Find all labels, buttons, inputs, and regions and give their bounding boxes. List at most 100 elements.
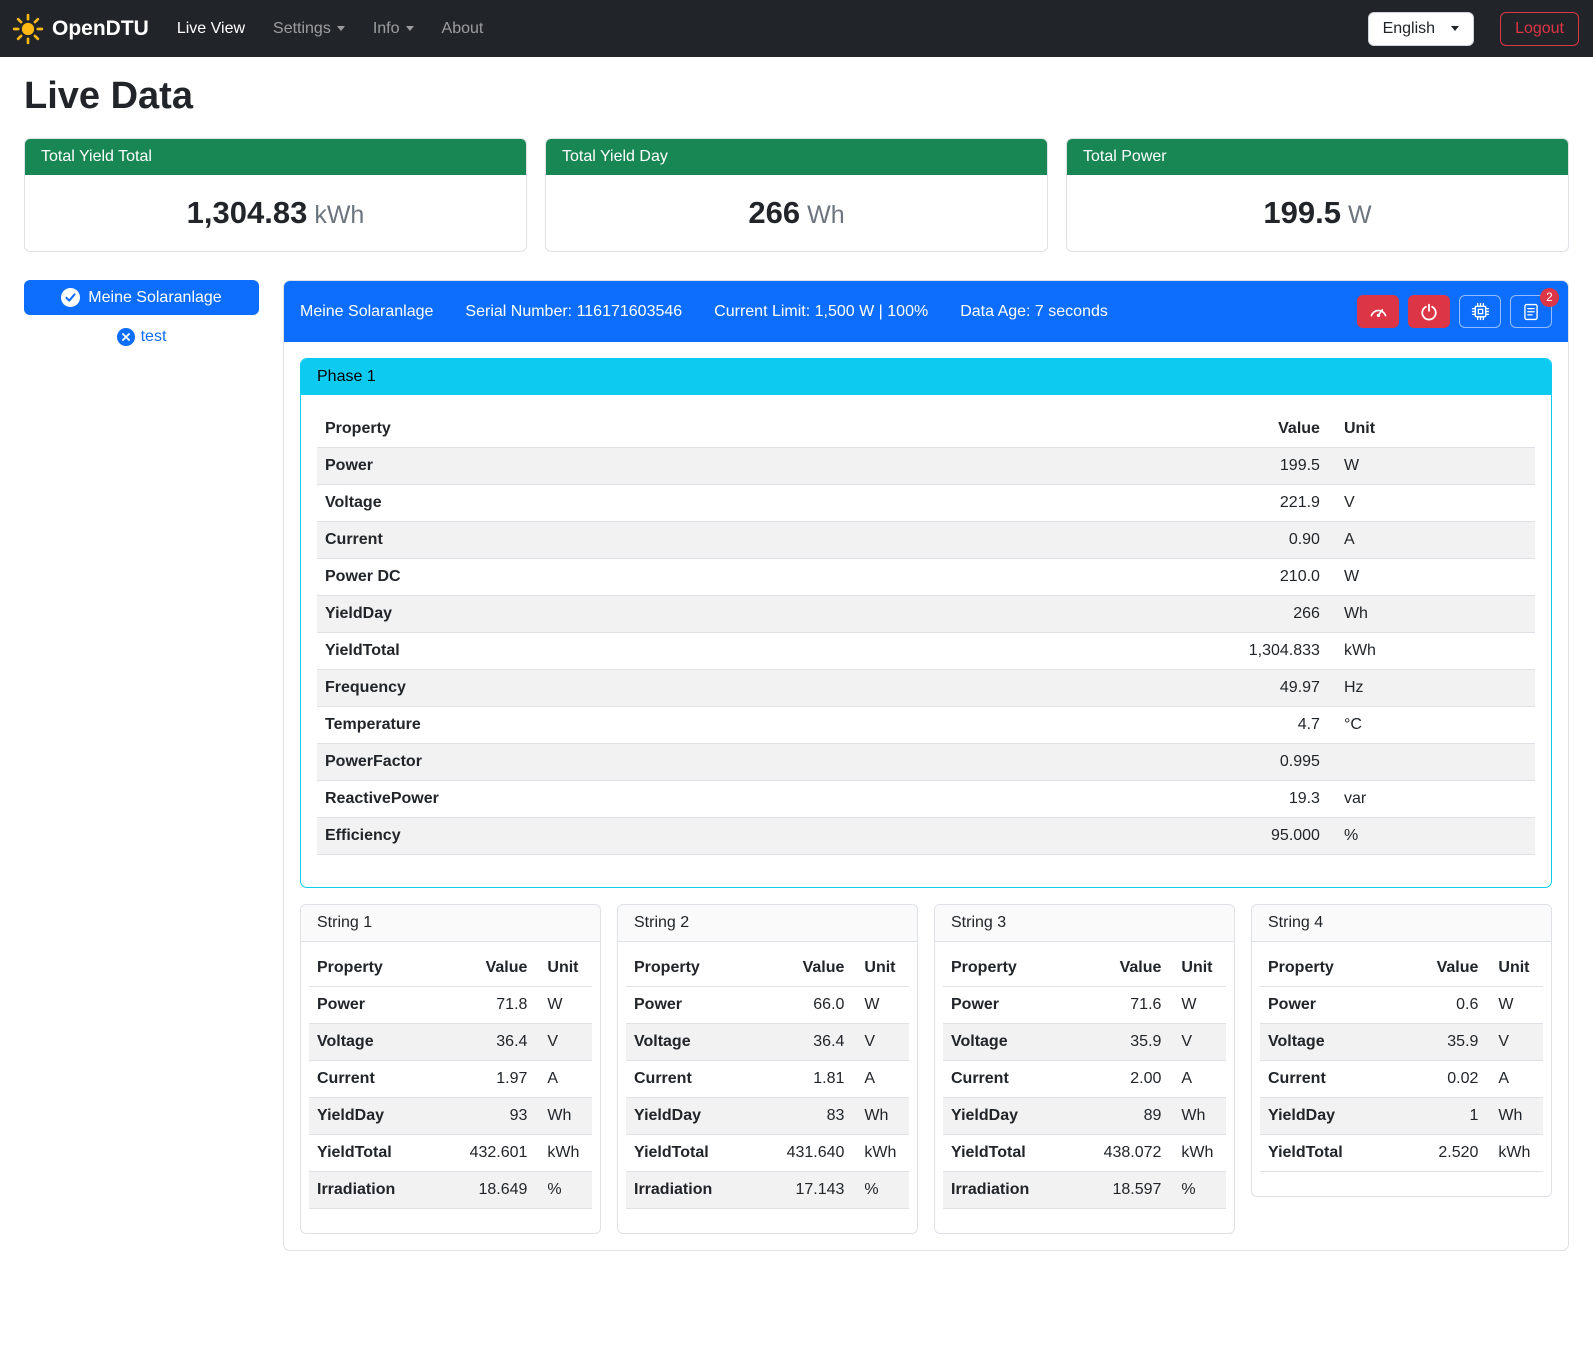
property-cell: YieldDay: [317, 596, 1182, 633]
main-row: Meine Solaranlage test Meine Solaranlage…: [24, 280, 1569, 1251]
property-cell: Temperature: [317, 707, 1182, 744]
unit-cell: %: [1328, 818, 1535, 855]
power-icon: [1420, 303, 1438, 321]
unit-cell: V: [1169, 1024, 1226, 1061]
string-card-2: String 2 Property Value Unit: [617, 904, 918, 1234]
col-unit: Unit: [852, 950, 909, 987]
table-row: Voltage36.4V: [309, 1024, 592, 1061]
summary-card-title: Total Yield Total: [25, 139, 526, 175]
sidebar-item-meine-solaranlage[interactable]: Meine Solaranlage: [24, 280, 259, 315]
value-cell: 71.6: [1085, 987, 1170, 1024]
col-value: Value: [1402, 950, 1487, 987]
language-select[interactable]: English: [1368, 12, 1474, 46]
navbar: OpenDTU Live View Settings Info About En…: [0, 0, 1593, 57]
phase-table: Property Value Unit Power199.5WVoltage22…: [317, 411, 1535, 855]
value-cell: 36.4: [768, 1024, 853, 1061]
table-header-row: Property Value Unit: [943, 950, 1226, 987]
value-cell: 2.520: [1402, 1135, 1487, 1172]
property-cell: Irradiation: [943, 1172, 1085, 1209]
col-property: Property: [317, 411, 1182, 448]
property-cell: Power: [317, 448, 1182, 485]
property-cell: Efficiency: [317, 818, 1182, 855]
sidebar-item-test[interactable]: test: [24, 328, 259, 346]
string-table: Property Value Unit Power71.6WVoltage35.…: [943, 950, 1226, 1209]
table-row: YieldDay1Wh: [1260, 1098, 1543, 1135]
summary-cards: Total Yield Total 1,304.83kWh Total Yiel…: [24, 138, 1569, 252]
summary-card-value: 1,304.83: [187, 195, 308, 230]
table-row: YieldTotal432.601kWh: [309, 1135, 592, 1172]
col-unit: Unit: [1328, 411, 1535, 448]
inverter-serial: Serial Number: 116171603546: [465, 303, 682, 321]
strings-grid: String 1 Property Value Unit: [300, 904, 1552, 1234]
table-row: Power66.0W: [626, 987, 909, 1024]
gauge-icon: [1369, 302, 1388, 321]
table-header-row: Property Value Unit: [309, 950, 592, 987]
table-row: ReactivePower19.3var: [317, 781, 1535, 818]
value-cell: 1: [1402, 1098, 1487, 1135]
unit-cell: Wh: [1486, 1098, 1543, 1135]
unit-cell: %: [535, 1172, 592, 1209]
unit-cell: W: [1328, 559, 1535, 596]
event-log-button[interactable]: 2: [1510, 295, 1552, 328]
string-table: Property Value Unit Power71.8WVoltage36.…: [309, 950, 592, 1209]
table-row: Voltage35.9V: [1260, 1024, 1543, 1061]
value-cell: 1.81: [768, 1061, 853, 1098]
nav-about[interactable]: About: [428, 12, 498, 46]
col-property: Property: [943, 950, 1085, 987]
logout-button[interactable]: Logout: [1500, 12, 1579, 46]
unit-cell: kWh: [1328, 633, 1535, 670]
table-row: YieldDay93Wh: [309, 1098, 592, 1135]
inverter-card-body: Phase 1 Property Value Unit Power199.5WV…: [284, 342, 1568, 1250]
table-row: YieldTotal431.640kWh: [626, 1135, 909, 1172]
col-property: Property: [626, 950, 768, 987]
inverter-card: Meine Solaranlage Serial Number: 1161716…: [283, 280, 1569, 1251]
nav-live-view[interactable]: Live View: [163, 12, 259, 46]
value-cell: 0.6: [1402, 987, 1487, 1024]
sun-icon: [12, 13, 44, 45]
property-cell: Voltage: [317, 485, 1182, 522]
table-row: Power0.6W: [1260, 987, 1543, 1024]
unit-cell: W: [535, 987, 592, 1024]
phase-card: Phase 1 Property Value Unit Power199.5WV…: [300, 358, 1552, 888]
col-value: Value: [451, 950, 536, 987]
unit-cell: %: [1169, 1172, 1226, 1209]
summary-card-value: 199.5: [1263, 195, 1341, 230]
property-cell: YieldTotal: [1260, 1135, 1402, 1172]
brand[interactable]: OpenDTU: [12, 13, 149, 45]
value-cell: 35.9: [1085, 1024, 1170, 1061]
table-row: Efficiency95.000%: [317, 818, 1535, 855]
value-cell: 432.601: [451, 1135, 536, 1172]
unit-cell: Wh: [1169, 1098, 1226, 1135]
value-cell: 93: [451, 1098, 536, 1135]
property-cell: Voltage: [309, 1024, 451, 1061]
property-cell: YieldTotal: [317, 633, 1182, 670]
nav-settings-label: Settings: [273, 20, 331, 38]
nav-info[interactable]: Info: [359, 12, 428, 46]
summary-card-value: 266: [748, 195, 800, 230]
nav-info-label: Info: [373, 20, 400, 38]
table-row: Power DC210.0W: [317, 559, 1535, 596]
summary-card-title: Total Yield Day: [546, 139, 1047, 175]
table-row: Voltage35.9V: [943, 1024, 1226, 1061]
value-cell: 89: [1085, 1098, 1170, 1135]
device-info-button[interactable]: [1459, 295, 1501, 328]
unit-cell: [1328, 744, 1535, 781]
value-cell: 83: [768, 1098, 853, 1135]
string-card-body: Property Value Unit Power71.6WVoltage35.…: [935, 942, 1234, 1233]
table-row: Irradiation18.649%: [309, 1172, 592, 1209]
property-cell: Current: [1260, 1061, 1402, 1098]
limit-settings-button[interactable]: [1357, 295, 1399, 328]
table-row: YieldTotal1,304.833kWh: [317, 633, 1535, 670]
sidebar-item-label: test: [141, 328, 167, 346]
string-card-title: String 2: [618, 905, 917, 942]
power-button[interactable]: [1408, 295, 1450, 328]
property-cell: Voltage: [1260, 1024, 1402, 1061]
value-cell: 1.97: [451, 1061, 536, 1098]
inverter-actions: 2: [1357, 295, 1552, 328]
property-cell: YieldTotal: [626, 1135, 768, 1172]
property-cell: YieldDay: [1260, 1098, 1402, 1135]
table-row: Temperature4.7°C: [317, 707, 1535, 744]
unit-cell: Wh: [535, 1098, 592, 1135]
nav-settings[interactable]: Settings: [259, 12, 359, 46]
property-cell: Current: [309, 1061, 451, 1098]
